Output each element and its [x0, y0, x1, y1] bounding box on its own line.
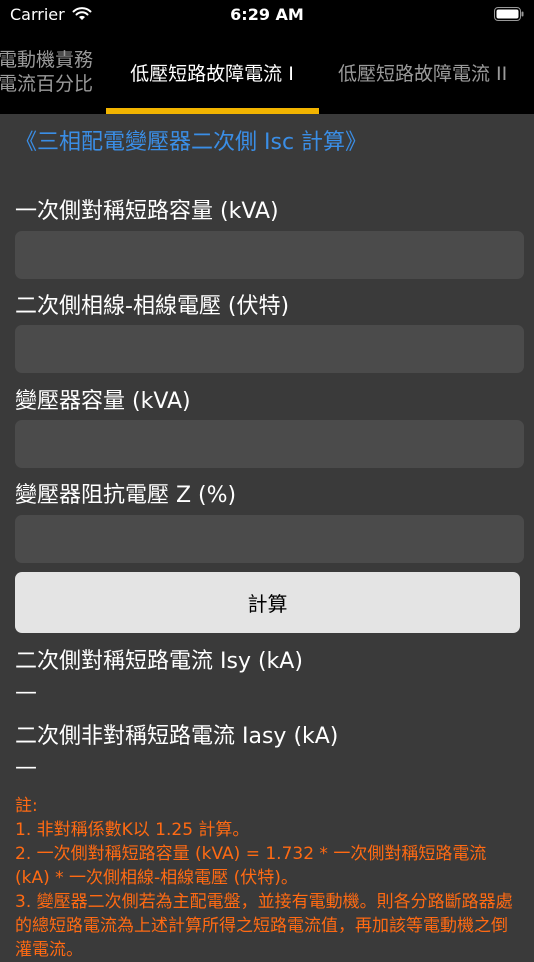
symmetric-current-label: 二次側對稱短路電流 Isy (kA): [15, 649, 303, 674]
status-bar: Carrier 6:29 AM: [0, 0, 534, 30]
transformer-kva-label: 變壓器容量 (kVA): [15, 389, 191, 414]
tab-motor-duty-current[interactable]: 電動機責務 電流百分比: [0, 30, 104, 114]
tab-label: 低壓短路故障電流 II: [338, 62, 508, 85]
tab-short-circuit-1[interactable]: 低壓短路故障電流 I: [106, 30, 318, 114]
secondary-voltage-input[interactable]: [15, 325, 524, 373]
secondary-voltage-label: 二次側相線-相線電壓 (伏特): [15, 294, 290, 319]
tab-label-line1: 電動機責務: [0, 49, 94, 71]
symmetric-current-value: —: [15, 680, 37, 705]
note-item: 2. 一次側對稱短路容量 (kVA) = 1.732 * 一次側對稱短路電流 (…: [15, 844, 487, 888]
tab-label: 低壓短路故障電流 I: [130, 62, 294, 85]
calculate-button[interactable]: 計算: [15, 572, 520, 633]
primary-kva-label: 一次側對稱短路容量 (kVA): [15, 199, 279, 224]
notes-title: 註:: [15, 796, 38, 816]
battery-icon: [494, 7, 524, 21]
page-title: 《三相配電變壓器二次側 Isc 計算》: [15, 130, 368, 155]
tab-bar: 電動機責務 電流百分比 低壓短路故障電流 I 低壓短路故障電流 II: [0, 30, 534, 114]
impedance-input[interactable]: [15, 515, 524, 563]
status-time: 6:29 AM: [230, 5, 304, 24]
asymmetric-current-label: 二次側非對稱短路電流 Iasy (kA): [15, 724, 339, 749]
tab-short-circuit-2[interactable]: 低壓短路故障電流 II: [330, 30, 534, 114]
impedance-label: 變壓器阻抗電壓 Z (%): [15, 483, 237, 508]
primary-kva-input[interactable]: [15, 231, 524, 279]
active-tab-indicator: [106, 108, 319, 114]
transformer-kva-input[interactable]: [15, 420, 524, 468]
tab-label-line2: 電流百分比: [0, 73, 94, 95]
note-item: 1. 非對稱係數K以 1.25 計算。: [15, 820, 250, 840]
notes: 註: 1. 非對稱係數K以 1.25 計算。 2. 一次側對稱短路容量 (kVA…: [15, 794, 520, 962]
note-item: 3. 變壓器二次側若為主配電盤，並接有電動機。則各分路斷路器處的總短路電流為上述…: [15, 892, 513, 960]
asymmetric-current-value: —: [15, 755, 37, 780]
